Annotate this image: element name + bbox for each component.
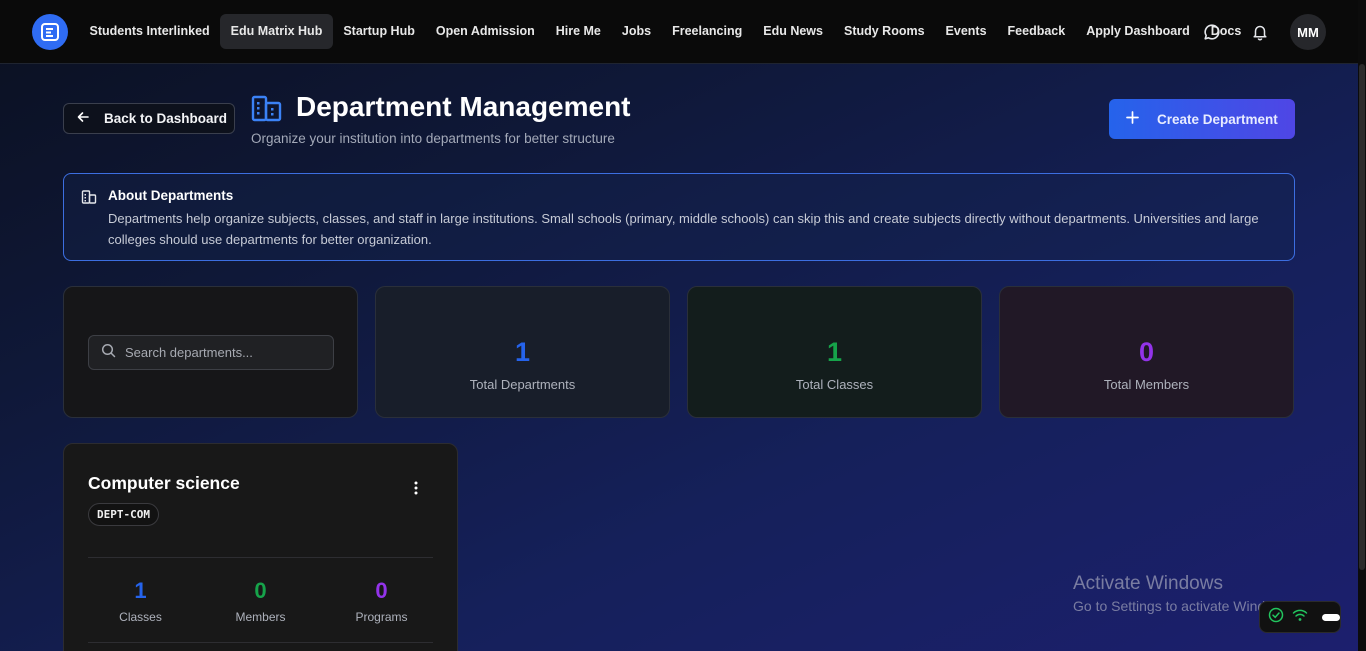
total-members-label: Total Members: [1103, 377, 1190, 392]
bell-icon[interactable]: [1250, 22, 1270, 42]
wifi-icon: [1292, 608, 1308, 627]
create-department-button[interactable]: Create Department: [1109, 99, 1295, 139]
chat-icon[interactable]: [1202, 22, 1222, 42]
nav-item-freelancing[interactable]: Freelancing: [662, 14, 753, 49]
total-departments-label: Total Departments: [469, 377, 576, 392]
back-to-dashboard-button[interactable]: Back to Dashboard: [63, 103, 235, 134]
scrollbar-thumb[interactable]: [1359, 64, 1365, 570]
search-input[interactable]: [125, 345, 325, 360]
nav-item-feedback[interactable]: Feedback: [997, 14, 1076, 49]
nav-item-hire-me[interactable]: Hire Me: [545, 14, 611, 49]
nav-item-startup-hub[interactable]: Startup Hub: [333, 14, 426, 49]
department-classes-value: 1: [134, 578, 147, 603]
plus-icon: [1126, 111, 1139, 127]
top-navigation: Students Interlinked Edu Matrix Hub Startu…: [0, 0, 1358, 64]
check-circle-icon: [1268, 607, 1284, 628]
department-members-label: Members: [235, 610, 286, 624]
department-programs-stat: 0 Programs: [324, 578, 439, 624]
notice-text: Departments help organize subjects, clas…: [108, 211, 1259, 247]
toggle-pill-icon: [1322, 613, 1340, 621]
nav-item-open-admission[interactable]: Open Admission: [425, 14, 545, 49]
arrow-left-icon: [76, 110, 90, 127]
building-small-icon: [81, 189, 97, 205]
total-classes-label: Total Classes: [795, 377, 874, 392]
more-vertical-icon[interactable]: [406, 478, 426, 498]
nav-menu: Students Interlinked Edu Matrix Hub Startu…: [79, 14, 1252, 49]
nav-item-edu-news[interactable]: Edu News: [753, 14, 834, 49]
search-icon: [101, 343, 116, 363]
nav-item-study-rooms[interactable]: Study Rooms: [833, 14, 935, 49]
department-members-value: 0: [254, 578, 267, 603]
divider: [88, 557, 433, 558]
activate-windows-title: Activate Windows: [1073, 573, 1223, 594]
nav-item-edu-matrix-hub[interactable]: Edu Matrix Hub: [220, 14, 333, 49]
department-code-badge: DEPT-COM: [88, 503, 159, 526]
search-card: [63, 286, 358, 418]
divider: [88, 642, 433, 643]
total-members-card: 0 Total Members: [999, 286, 1294, 418]
building-icon: [251, 93, 283, 123]
department-card[interactable]: Computer science DEPT-COM 1 Classes 0 Me…: [63, 443, 458, 651]
nav-item-students-interlinked[interactable]: Students Interlinked: [79, 14, 220, 49]
search-field[interactable]: [88, 335, 334, 370]
user-avatar[interactable]: MM: [1290, 14, 1326, 50]
nav-item-jobs[interactable]: Jobs: [611, 14, 661, 49]
total-departments-value: 1: [514, 337, 531, 367]
back-button-label: Back to Dashboard: [104, 111, 228, 126]
app-logo-icon[interactable]: [32, 14, 68, 50]
system-tray[interactable]: [1259, 601, 1341, 633]
department-programs-value: 0: [375, 578, 388, 603]
about-departments-notice: About Departments Departments help organ…: [63, 173, 1295, 261]
total-classes-card: 1 Total Classes: [687, 286, 982, 418]
department-classes-stat: 1 Classes: [83, 578, 198, 624]
total-classes-value: 1: [826, 337, 843, 367]
department-classes-label: Classes: [119, 610, 162, 624]
nav-item-apply-dashboard[interactable]: Apply Dashboard: [1076, 14, 1201, 49]
department-name: Computer science: [88, 473, 240, 493]
department-programs-label: Programs: [355, 610, 408, 624]
page-subtitle: Organize your institution into departmen…: [251, 131, 615, 146]
page-title: Department Management: [296, 91, 631, 122]
total-departments-card: 1 Total Departments: [375, 286, 670, 418]
total-members-value: 0: [1138, 337, 1155, 367]
department-members-stat: 0 Members: [203, 578, 318, 624]
nav-item-events[interactable]: Events: [935, 14, 997, 49]
create-button-label: Create Department: [1157, 111, 1278, 127]
notice-title: About Departments: [108, 188, 234, 203]
